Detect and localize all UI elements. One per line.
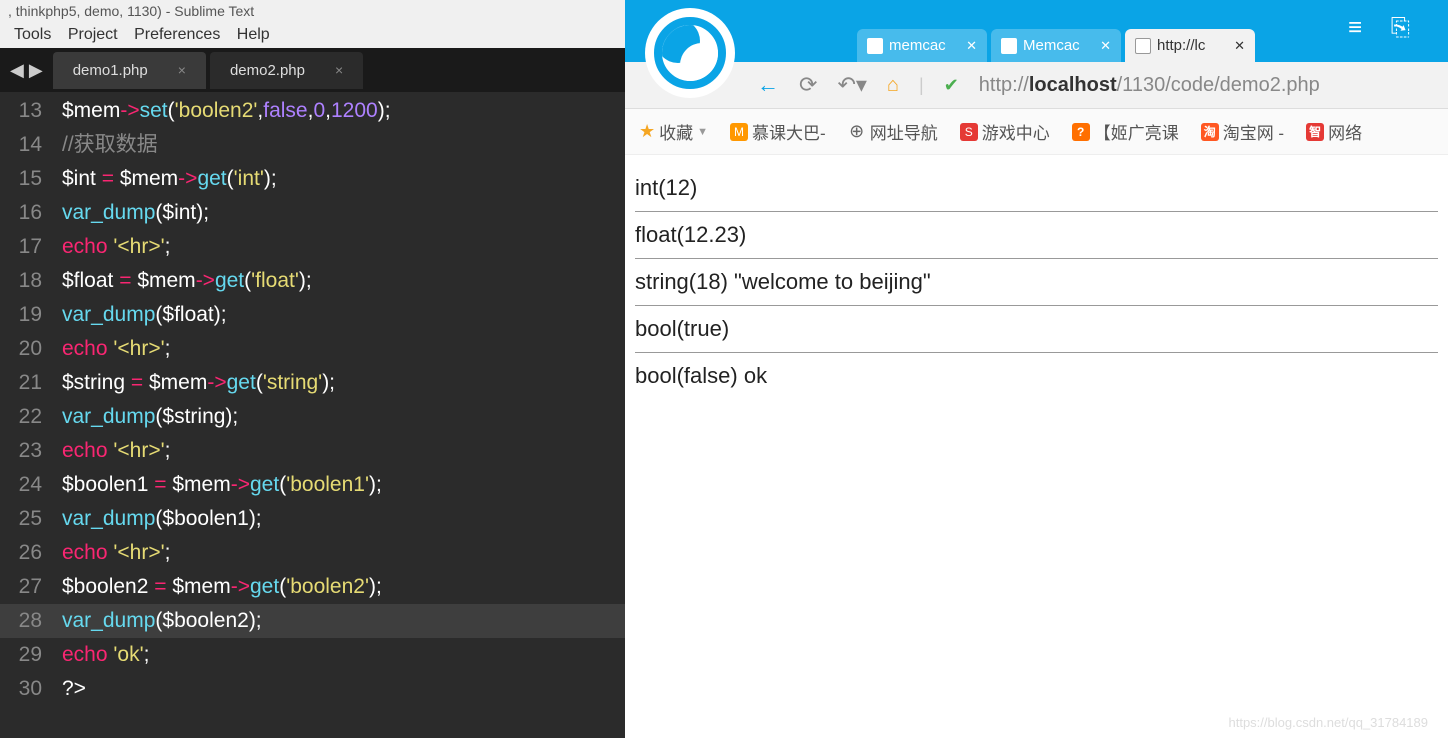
- editor-tab-1[interactable]: demo2.php ×: [210, 52, 363, 89]
- page-icon: [1135, 38, 1151, 54]
- menu-project[interactable]: Project: [68, 26, 118, 43]
- favorites-button[interactable]: ★ 收藏 ▼: [639, 119, 708, 144]
- browser-tabs: memcac ✕ Memcac ✕ http://lc ✕: [857, 29, 1259, 62]
- bookmarks-bar: ★ 收藏 ▼ M慕课大巴-⊕网址导航S游戏中心?【姬广亮课淘淘宝网 -智网络: [625, 109, 1448, 155]
- bookmark-icon: M: [730, 123, 748, 141]
- bookmark-5[interactable]: 智网络: [1306, 119, 1362, 144]
- bookmark-4[interactable]: 淘淘宝网 -: [1201, 119, 1284, 144]
- home-icon[interactable]: ⌂: [887, 74, 899, 97]
- bookmark-icon: ⊕: [848, 123, 866, 141]
- output-line-1: float(12.23): [635, 216, 1438, 254]
- back-icon[interactable]: ←: [757, 72, 779, 98]
- page-icon: [867, 38, 883, 54]
- favorites-label: 收藏: [659, 119, 693, 144]
- close-icon[interactable]: ✕: [1100, 38, 1111, 54]
- output-line-2: string(18) "welcome to beijing": [635, 263, 1438, 301]
- tab-label: memcac: [889, 37, 946, 54]
- code-editor[interactable]: 131415161718192021222324252627282930 $me…: [0, 92, 625, 738]
- page-icon: [1001, 38, 1017, 54]
- bookmark-icon: S: [960, 123, 978, 141]
- menu-help[interactable]: Help: [237, 26, 270, 43]
- shield-icon[interactable]: ✔: [944, 75, 959, 96]
- menu-tools[interactable]: Tools: [14, 26, 51, 43]
- bookmark-3[interactable]: ?【姬广亮课: [1072, 119, 1179, 144]
- close-icon[interactable]: ×: [335, 62, 343, 78]
- editor-tab-row: ◀ ▶ demo1.php × demo2.php ×: [0, 48, 625, 92]
- tab-nav-arrows[interactable]: ◀ ▶: [0, 60, 53, 81]
- bookmark-label: 游戏中心: [982, 119, 1050, 144]
- browser-logo: [645, 8, 735, 98]
- tab-label: Memcac: [1023, 37, 1080, 54]
- menu-preferences[interactable]: Preferences: [134, 26, 220, 43]
- reload-icon[interactable]: ⟳: [799, 72, 817, 98]
- bookmark-label: 慕课大巴-: [752, 119, 826, 144]
- bookmark-2[interactable]: S游戏中心: [960, 119, 1050, 144]
- watermark: https://blog.csdn.net/qq_31784189: [1229, 715, 1429, 730]
- chevron-down-icon: ▼: [697, 126, 708, 138]
- browser-tab-1[interactable]: Memcac ✕: [991, 29, 1121, 62]
- close-icon[interactable]: ✕: [1234, 38, 1245, 54]
- hr-separator: [635, 352, 1438, 353]
- bookmark-icon: 智: [1306, 123, 1324, 141]
- hr-separator: [635, 258, 1438, 259]
- browser-window: memcac ✕ Memcac ✕ http://lc ✕ ≡ ⎘ ← ⟳ ↶▾ ⌂ | …: [625, 0, 1448, 738]
- tab-label: demo1.php: [73, 62, 148, 79]
- sublime-text-window: , thinkphp5, demo, 1130) - Sublime Text …: [0, 0, 625, 738]
- output-line-3: bool(true): [635, 310, 1438, 348]
- browser-tab-0[interactable]: memcac ✕: [857, 29, 987, 62]
- code-area[interactable]: $mem->set('boolen2',false,0,1200);//获取数据…: [54, 92, 625, 738]
- output-line-0: int(12): [635, 169, 1438, 207]
- separator: |: [919, 75, 924, 96]
- output-line-4: bool(false) ok: [635, 357, 1438, 395]
- address-bar: ← ⟳ ↶▾ ⌂ | ✔ http://localhost/1130/code/…: [625, 62, 1448, 109]
- bookmark-label: 网址导航: [870, 119, 938, 144]
- close-icon[interactable]: ×: [178, 62, 186, 78]
- menu-bar: Tools Project Preferences Help: [0, 22, 625, 48]
- bookmark-label: 网络: [1328, 119, 1362, 144]
- window-title: , thinkphp5, demo, 1130) - Sublime Text: [0, 0, 625, 22]
- undo-icon[interactable]: ↶▾: [837, 72, 866, 98]
- bookmark-0[interactable]: M慕课大巴-: [730, 119, 826, 144]
- hamburger-icon[interactable]: ≡: [1348, 14, 1362, 42]
- pin-icon[interactable]: ⎘: [1391, 14, 1410, 42]
- bookmark-icon: 淘: [1201, 123, 1219, 141]
- bookmark-label: 【姬广亮课: [1094, 119, 1179, 144]
- star-icon: ★: [639, 121, 655, 142]
- url-input[interactable]: http://localhost/1130/code/demo2.php: [979, 74, 1434, 97]
- page-content: int(12) float(12.23) string(18) "welcome t…: [625, 155, 1448, 738]
- browser-tab-2[interactable]: http://lc ✕: [1125, 29, 1255, 62]
- bookmark-label: 淘宝网 -: [1223, 119, 1284, 144]
- browser-titlebar: memcac ✕ Memcac ✕ http://lc ✕ ≡ ⎘: [625, 0, 1448, 62]
- editor-tab-0[interactable]: demo1.php ×: [53, 52, 206, 89]
- bookmark-1[interactable]: ⊕网址导航: [848, 119, 938, 144]
- hr-separator: [635, 211, 1438, 212]
- hr-separator: [635, 305, 1438, 306]
- tab-label: http://lc: [1157, 37, 1205, 54]
- close-icon[interactable]: ✕: [966, 38, 977, 54]
- tab-label: demo2.php: [230, 62, 305, 79]
- bookmark-icon: ?: [1072, 123, 1090, 141]
- line-gutter: 131415161718192021222324252627282930: [0, 92, 54, 738]
